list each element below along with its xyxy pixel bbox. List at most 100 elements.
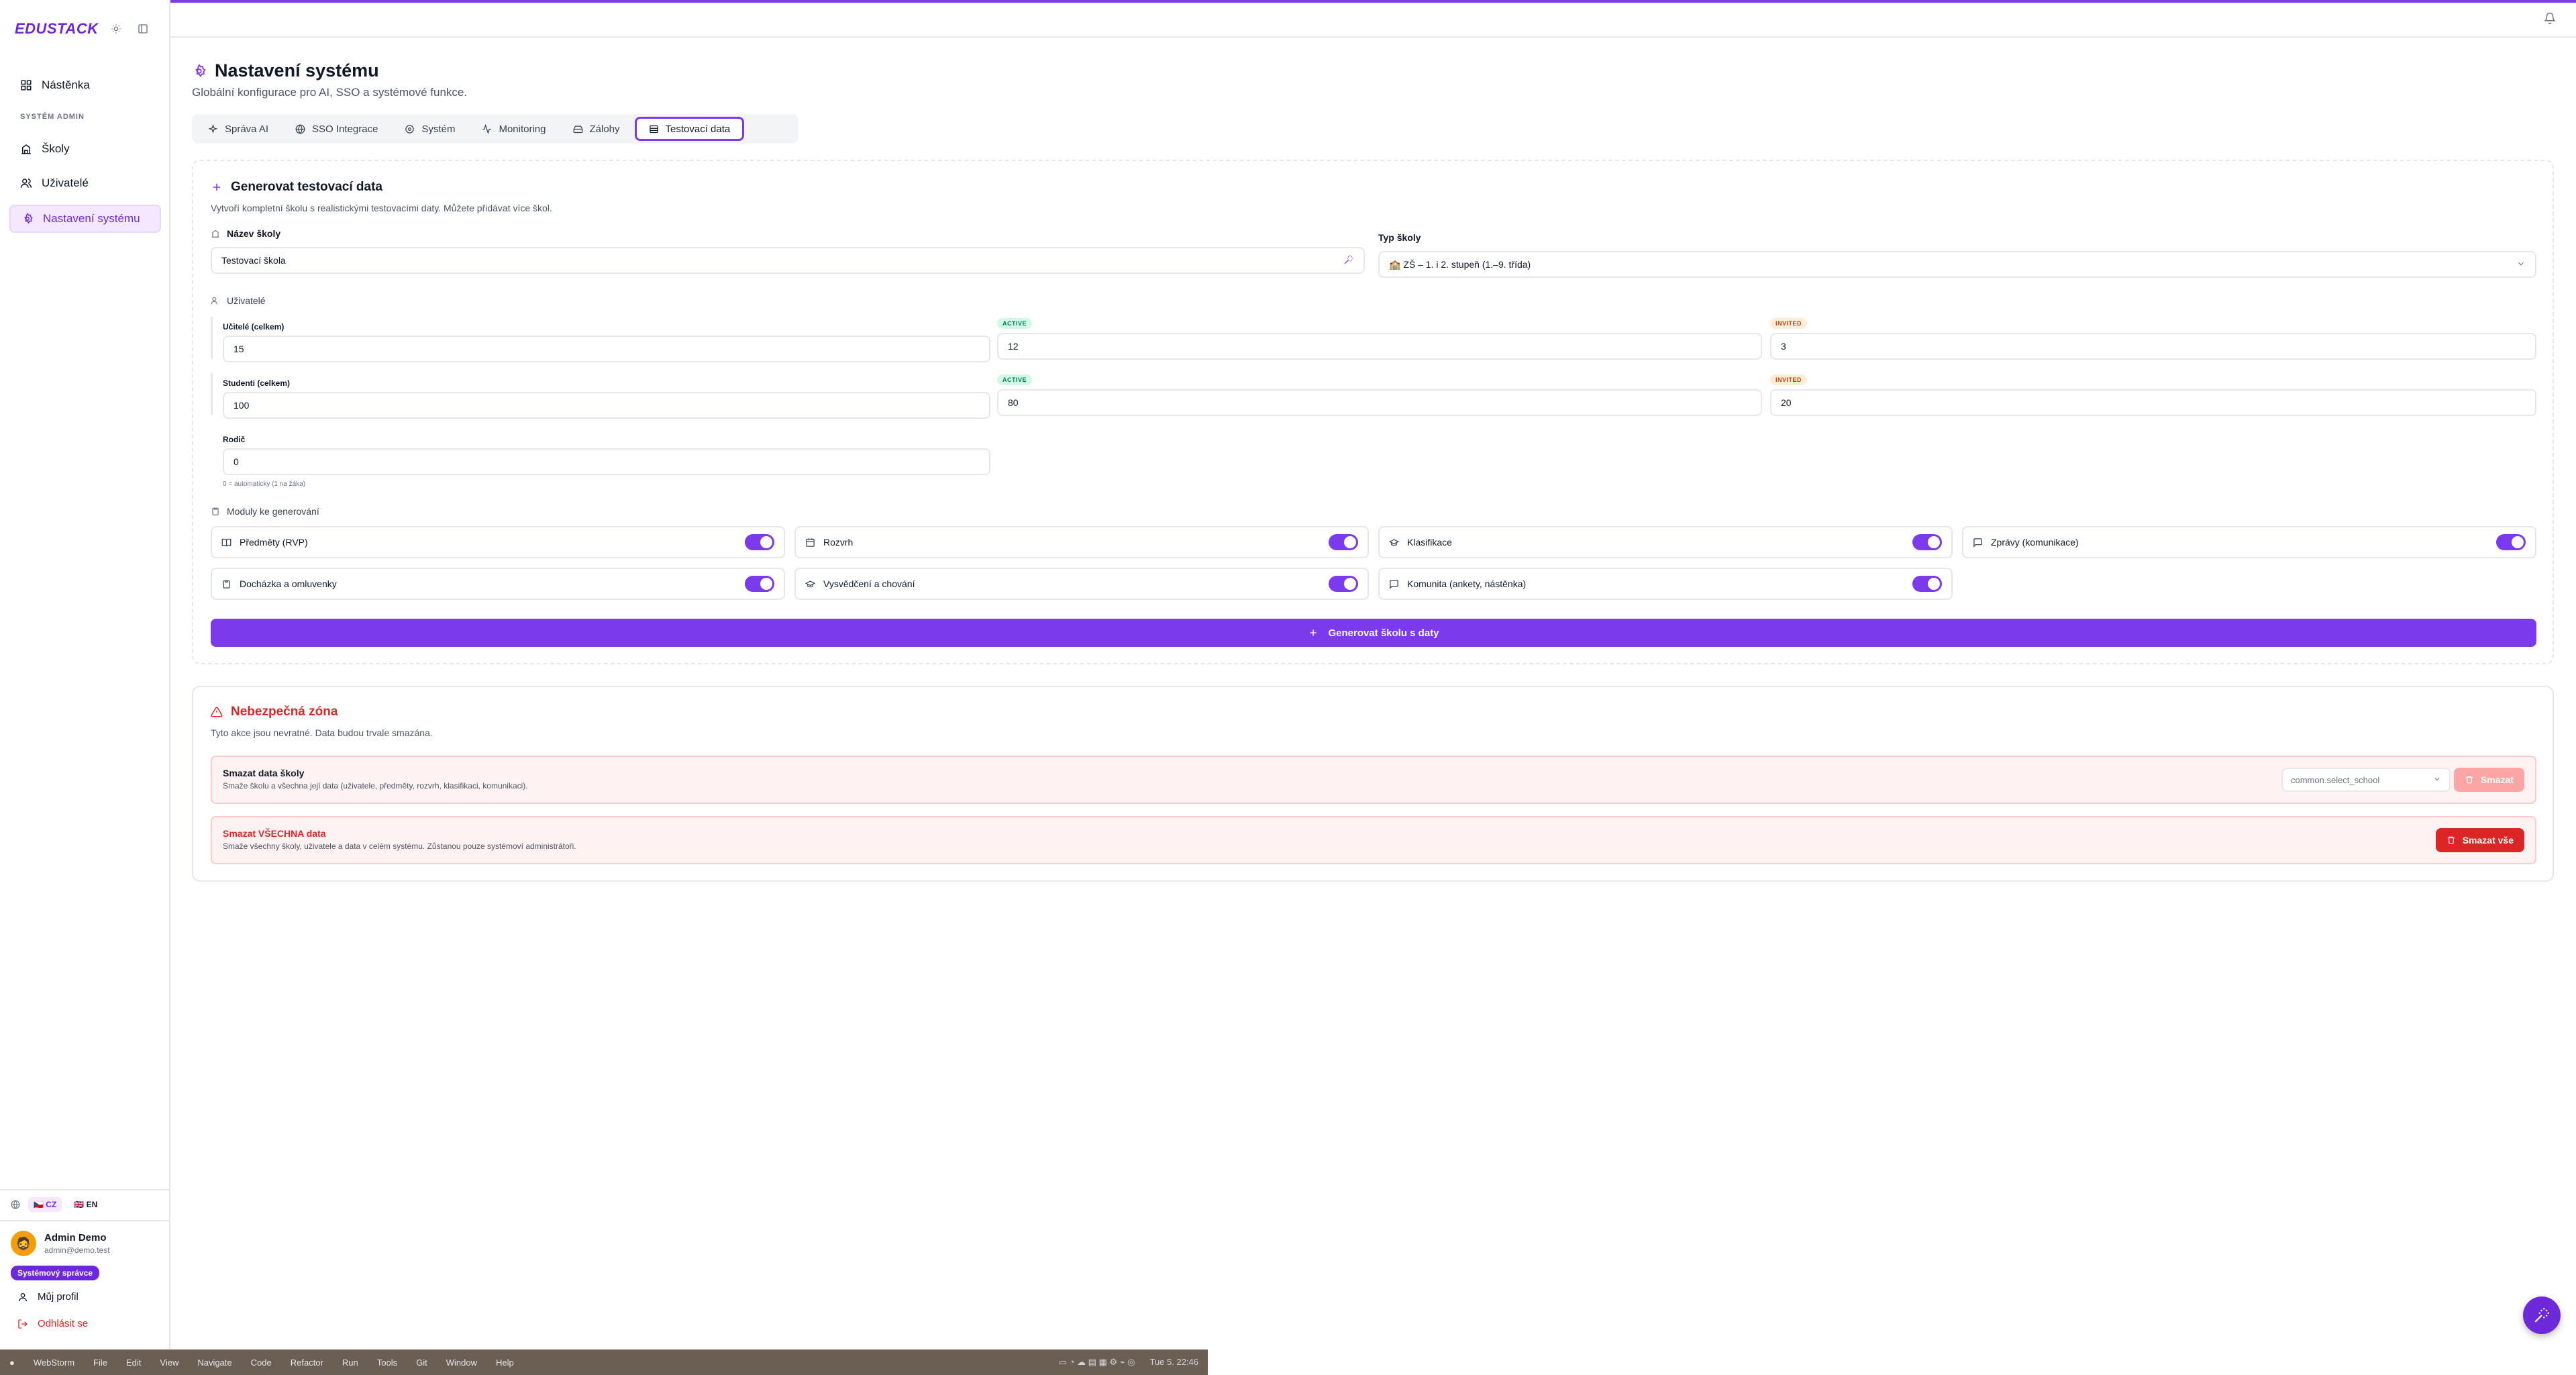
teachers-invited-input[interactable]: 3 bbox=[1770, 333, 2536, 360]
school-type-label: Typ školy bbox=[1378, 232, 1421, 243]
sidebar-divider bbox=[0, 1189, 170, 1190]
tab-test-data[interactable]: Testovací data bbox=[634, 117, 745, 141]
tab-sso-integration[interactable]: SSO Integrace bbox=[283, 117, 390, 141]
module-report-cards: Vysvědčení a chování bbox=[794, 568, 1369, 600]
os-menu-item[interactable]: Code bbox=[251, 1358, 272, 1368]
os-menu-item[interactable]: Tools bbox=[377, 1358, 397, 1368]
school-name-input[interactable]: Testovací škola bbox=[211, 247, 1365, 274]
os-menu-item[interactable]: View bbox=[160, 1358, 178, 1368]
module-toggle[interactable] bbox=[1912, 534, 1942, 550]
language-en[interactable]: 🇬🇧 EN bbox=[68, 1197, 103, 1212]
message-icon bbox=[1390, 579, 1398, 589]
generate-test-data-card: Generovat testovací data Vytvoří komplet… bbox=[192, 160, 2554, 664]
tab-ai-management[interactable]: Správa AI bbox=[196, 117, 280, 141]
sidebar-item-label: Školy bbox=[42, 142, 70, 155]
os-menu-item[interactable]: Help bbox=[496, 1358, 514, 1368]
module-toggle[interactable] bbox=[745, 534, 774, 550]
parents-label: Rodič bbox=[223, 435, 246, 444]
module-toggle[interactable] bbox=[1329, 534, 1358, 550]
sidebar-item-label: Nastavení systému bbox=[43, 212, 140, 225]
modules-section-label: Moduly ke generování bbox=[211, 506, 319, 517]
os-menu-item[interactable]: Navigate bbox=[197, 1358, 231, 1368]
os-menu-item[interactable]: File bbox=[93, 1358, 107, 1368]
generate-school-button[interactable]: Generovat školu s daty bbox=[211, 619, 2536, 647]
trash-icon bbox=[2447, 836, 2455, 844]
tab-system[interactable]: Systém bbox=[393, 117, 467, 141]
status-badge-active: ACTIVE bbox=[997, 374, 1033, 385]
award-icon bbox=[1389, 538, 1399, 546]
theme-toggle-icon[interactable] bbox=[110, 23, 122, 35]
hard-drive-icon bbox=[573, 125, 582, 133]
generate-card-subtitle: Vytvoří kompletní školu s realistickými … bbox=[211, 203, 552, 213]
module-grading: Klasifikace bbox=[1378, 526, 1953, 558]
magic-wand-icon[interactable] bbox=[1343, 254, 1354, 267]
os-clock[interactable]: Tue 5. 22:46 bbox=[1149, 1357, 1198, 1368]
ai-assistant-button[interactable] bbox=[2523, 1296, 2561, 1334]
globe-icon bbox=[295, 124, 305, 134]
generate-card-title: Generovat testovací data bbox=[211, 180, 382, 195]
teachers-total-input[interactable]: 15 bbox=[223, 336, 990, 362]
os-menu-item[interactable]: Window bbox=[446, 1358, 477, 1368]
status-badge-active: ACTIVE bbox=[997, 318, 1033, 329]
sidebar-item-label: Nástěnka bbox=[42, 79, 90, 91]
module-attendance: Docházka a omluvenky bbox=[211, 568, 785, 600]
sidebar-item-schools[interactable]: Školy bbox=[9, 135, 161, 163]
user-icon bbox=[19, 1292, 27, 1301]
activity-icon bbox=[482, 123, 492, 134]
module-toggle[interactable] bbox=[1912, 576, 1942, 592]
language-switcher: 🇨🇿 CZ 🇬🇧 EN bbox=[9, 1197, 161, 1212]
school-type-select[interactable]: 🏫 ZŠ – 1. i 2. stupeň (1.–9. třída) bbox=[1378, 251, 2536, 278]
school-name-label: Název školy bbox=[211, 228, 280, 239]
sidebar-item-users[interactable]: Uživatelé bbox=[9, 169, 161, 197]
status-badge-invited: INVITED bbox=[1770, 318, 1808, 329]
apple-icon[interactable]: ● bbox=[9, 1358, 15, 1368]
collapse-sidebar-icon[interactable] bbox=[137, 23, 149, 35]
status-icons[interactable]: ▭ ◔ ☁ ▤ ▦ ⚙ ⌁ ◎ bbox=[1059, 1357, 1135, 1368]
sidebar-item-dashboard[interactable]: Nástěnka bbox=[9, 71, 161, 99]
students-invited-input[interactable]: 20 bbox=[1770, 389, 2536, 416]
page-subtitle: Globální konfigurace pro AI, SSO a systé… bbox=[192, 86, 468, 99]
delete-school-button[interactable]: Smazat bbox=[2453, 768, 2524, 792]
os-menu-item[interactable]: Git bbox=[416, 1358, 427, 1368]
my-profile-link[interactable]: Můj profil bbox=[17, 1291, 79, 1303]
logout-link[interactable]: Odhlásit se bbox=[17, 1318, 88, 1329]
tab-backups[interactable]: Zálohy bbox=[561, 117, 632, 141]
os-menu-item[interactable]: Run bbox=[342, 1358, 358, 1368]
teachers-active-input[interactable]: 12 bbox=[997, 333, 1762, 360]
os-menu-item[interactable]: Refactor bbox=[291, 1358, 323, 1368]
module-toggle[interactable] bbox=[745, 576, 774, 592]
module-toggle[interactable] bbox=[2496, 534, 2526, 550]
parents-input[interactable]: 0 bbox=[223, 448, 990, 475]
notification-bell-icon[interactable] bbox=[2544, 12, 2556, 24]
module-messages: Zprávy (komunikace) bbox=[1962, 526, 2536, 558]
sidebar: EDUSTACK Nástěnka SYSTÉM ADMIN Školy Uži… bbox=[0, 0, 170, 1349]
students-group-bar bbox=[211, 373, 213, 415]
avatar[interactable]: 🧔 bbox=[11, 1231, 36, 1256]
logout-icon bbox=[18, 1319, 28, 1329]
users-icon bbox=[20, 179, 32, 188]
os-status-area: ▭ ◔ ☁ ▤ ▦ ⚙ ⌁ ◎ Tue 5. 22:46 bbox=[1059, 1357, 1198, 1368]
teachers-total-label: Učitelé (celkem) bbox=[223, 322, 285, 332]
school-icon bbox=[21, 144, 31, 154]
students-total-input[interactable]: 100 bbox=[223, 392, 990, 419]
module-schedule: Rozvrh bbox=[794, 526, 1369, 558]
os-menu-item[interactable]: Edit bbox=[126, 1358, 141, 1368]
sidebar-item-system-settings[interactable]: Nastavení systému bbox=[9, 205, 161, 233]
users-section-label: Uživatelé bbox=[211, 295, 266, 306]
students-total-label: Studenti (celkem) bbox=[223, 378, 291, 388]
language-cz[interactable]: 🇨🇿 CZ bbox=[28, 1197, 62, 1212]
plus-icon bbox=[1310, 629, 1317, 636]
message-icon bbox=[1973, 538, 1982, 548]
topbar bbox=[170, 3, 2576, 38]
os-menu-item[interactable]: WebStorm bbox=[34, 1358, 74, 1368]
students-active-input[interactable]: 80 bbox=[997, 389, 1762, 416]
status-badge-invited: INVITED bbox=[1770, 374, 1808, 385]
tab-monitoring[interactable]: Monitoring bbox=[470, 117, 558, 141]
brand-logo[interactable]: EDUSTACK bbox=[15, 20, 99, 38]
module-toggle[interactable] bbox=[1329, 576, 1358, 592]
role-badge: Systémový správce bbox=[11, 1266, 100, 1280]
danger-zone-card: Nebezpečná zóna Tyto akce jsou nevratné.… bbox=[192, 686, 2554, 882]
school-select[interactable]: common.select_school bbox=[2281, 768, 2451, 792]
users-icon bbox=[211, 297, 217, 305]
delete-all-button[interactable]: Smazat vše bbox=[2435, 828, 2524, 852]
